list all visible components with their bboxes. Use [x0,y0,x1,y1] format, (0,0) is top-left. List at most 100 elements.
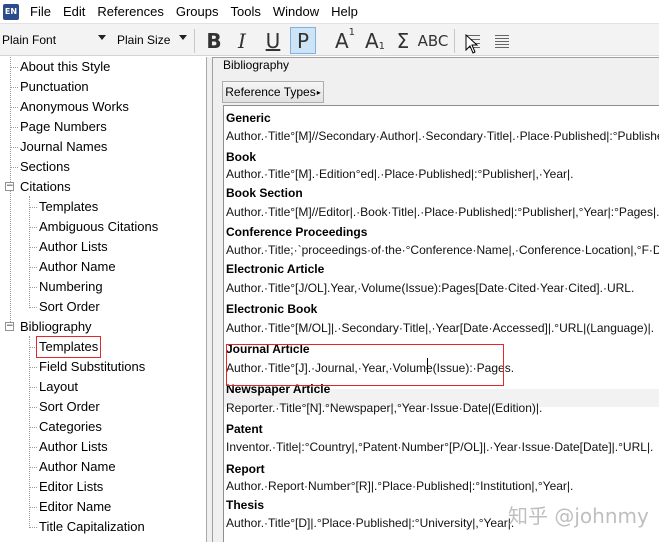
tree-connector [29,267,37,268]
tree-item-citations-author-lists[interactable]: Author Lists [39,237,108,257]
tree-item-citations-sort-order[interactable]: Sort Order [39,297,100,317]
tree-item-about-this-style[interactable]: About this Style [20,57,110,77]
app-icon-text: EN [4,7,18,16]
text-caret [427,358,428,374]
tree-item-layout[interactable]: Layout [39,377,78,397]
subscript-label: A [364,28,379,53]
template-name: Report [226,462,265,476]
tree-item-editor-name[interactable]: Editor Name [39,497,111,517]
menu-bar: EN File Edit References Groups Tools Win… [0,0,659,23]
bibliography-templates-panel: Bibliography Reference Types ▸ Generic Au… [207,57,659,542]
format-toolbar: Plain Font Plain Size B I U P A1 A1 Σ AB… [0,23,659,56]
tree-item-editor-lists[interactable]: Editor Lists [39,477,103,497]
toolbar-separator [454,29,455,53]
tree-connector [10,57,11,328]
tree-item-page-numbers[interactable]: Page Numbers [20,117,107,137]
collapse-citations-icon[interactable]: − [5,182,14,191]
font-select-value: Plain Font [2,33,57,47]
font-select[interactable]: Plain Font [0,30,108,50]
underline-button[interactable]: U [260,27,286,54]
tree-connector [29,447,37,448]
tree-connector [29,227,37,228]
tree-item-punctuation[interactable]: Punctuation [20,77,89,97]
menu-references[interactable]: References [91,0,169,23]
tree-item-bibliography[interactable]: Bibliography [20,317,92,337]
superscript-label: A [334,28,349,53]
template-name: Electronic Book [226,302,318,316]
template-body[interactable]: Author.·Title°[J].·Journal,·Year,·Volume… [226,361,514,375]
template-body[interactable]: Author.·Title;·`proceedings·of·the·°Conf… [226,243,659,257]
tree-item-citations[interactable]: Citations [20,177,71,197]
bold-button[interactable]: B [201,27,227,54]
tree-item-citations-templates[interactable]: Templates [39,197,98,217]
tree-item-bibliography-templates[interactable]: Templates [36,336,102,358]
tree-connector [29,507,37,508]
tree-item-title-capitalization[interactable]: Title Capitalization [39,517,145,537]
template-name: Journal Article [226,342,310,356]
tree-connector [29,527,37,528]
tree-item-bibliography-sort-order[interactable]: Sort Order [39,397,100,417]
toolbar-separator [194,29,195,53]
menu-edit[interactable]: Edit [57,0,91,23]
italic-button[interactable]: I [229,27,255,54]
tree-item-citations-author-name[interactable]: Author Name [39,257,116,277]
tree-item-sections[interactable]: Sections [20,157,70,177]
plain-button[interactable]: P [290,27,316,54]
tree-item-bibliography-author-name[interactable]: Author Name [39,457,116,477]
panel-title: Bibliography [223,58,290,72]
menu-file[interactable]: File [24,0,57,23]
tree-item-ambiguous-citations[interactable]: Ambiguous Citations [39,217,158,237]
template-body[interactable]: Author.·Report·Number°[R]|.°Place·Publis… [226,479,573,493]
template-body[interactable]: Author.·Title°[M]//Secondary·Author|.·Se… [226,129,659,143]
tree-connector [10,147,18,148]
template-name: Generic [226,111,271,125]
collapse-bibliography-icon[interactable]: − [5,322,14,331]
tree-connector [10,127,18,128]
tree-connector [29,467,37,468]
templates-editor[interactable]: Generic Author.·Title°[M]//Secondary·Aut… [223,105,659,542]
endnote-app-icon[interactable]: EN [3,3,19,20]
tree-connector [29,487,37,488]
template-body[interactable]: Inventor.·Title|:°Country|,°Patent·Numbe… [226,440,653,454]
tree-connector [10,167,18,168]
template-body[interactable]: Reporter.·Title°[N].°Newspaper|,°Year·Is… [226,401,542,415]
menu-groups[interactable]: Groups [170,0,225,23]
tree-connector [10,87,18,88]
tree-item-journal-names[interactable]: Journal Names [20,137,107,157]
align-justify-icon[interactable] [489,27,515,54]
template-body[interactable]: Author.·Title°[M/OL]|.·Secondary·Title|,… [226,321,654,335]
tree-item-anonymous-works[interactable]: Anonymous Works [20,97,129,117]
menu-help[interactable]: Help [325,0,364,23]
tree-connector [29,207,37,208]
tree-connector [29,196,30,308]
template-body[interactable]: Author.·Title°[D]|.°Place·Published|:°Un… [226,516,514,530]
tree-connector [29,247,37,248]
template-name: Thesis [226,498,265,512]
tree-item-bibliography-author-lists[interactable]: Author Lists [39,437,108,457]
tree-item-field-substitutions[interactable]: Field Substitutions [39,357,145,377]
tree-connector [29,427,37,428]
chevron-down-icon [179,35,187,40]
tree-connector [29,387,37,388]
template-body[interactable]: Author.·Title°[M].·Edition°ed|.·Place·Pu… [226,167,573,181]
tree-connector [29,287,37,288]
chevron-right-icon: ▸ [316,87,321,97]
size-select[interactable]: Plain Size [115,30,189,50]
template-body[interactable]: Author.·Title°[M]//Editor|.·Book·Title|.… [226,205,659,219]
template-body[interactable]: Author.·Title°[J/OL].Year,·Volume(Issue)… [226,281,634,295]
watermark: 知乎 @johnmy [508,504,649,528]
menu-window[interactable]: Window [267,0,325,23]
symbol-button[interactable]: Σ [390,27,416,54]
menu-tools[interactable]: Tools [224,0,266,23]
chevron-down-icon [98,35,106,40]
reference-types-button[interactable]: Reference Types ▸ [222,81,324,103]
tree-item-categories[interactable]: Categories [39,417,102,437]
subscript-mark: 1 [378,41,386,52]
tree-connector [29,367,37,368]
tree-item-numbering[interactable]: Numbering [39,277,103,297]
superscript-button[interactable]: A1 [332,27,358,54]
template-name: Newspaper Article [226,382,331,396]
style-tree: − − About this Style Punctuation Anonymo… [0,57,207,542]
subscript-button[interactable]: A1 [362,27,388,54]
smallcaps-button[interactable]: ABC [418,27,449,54]
